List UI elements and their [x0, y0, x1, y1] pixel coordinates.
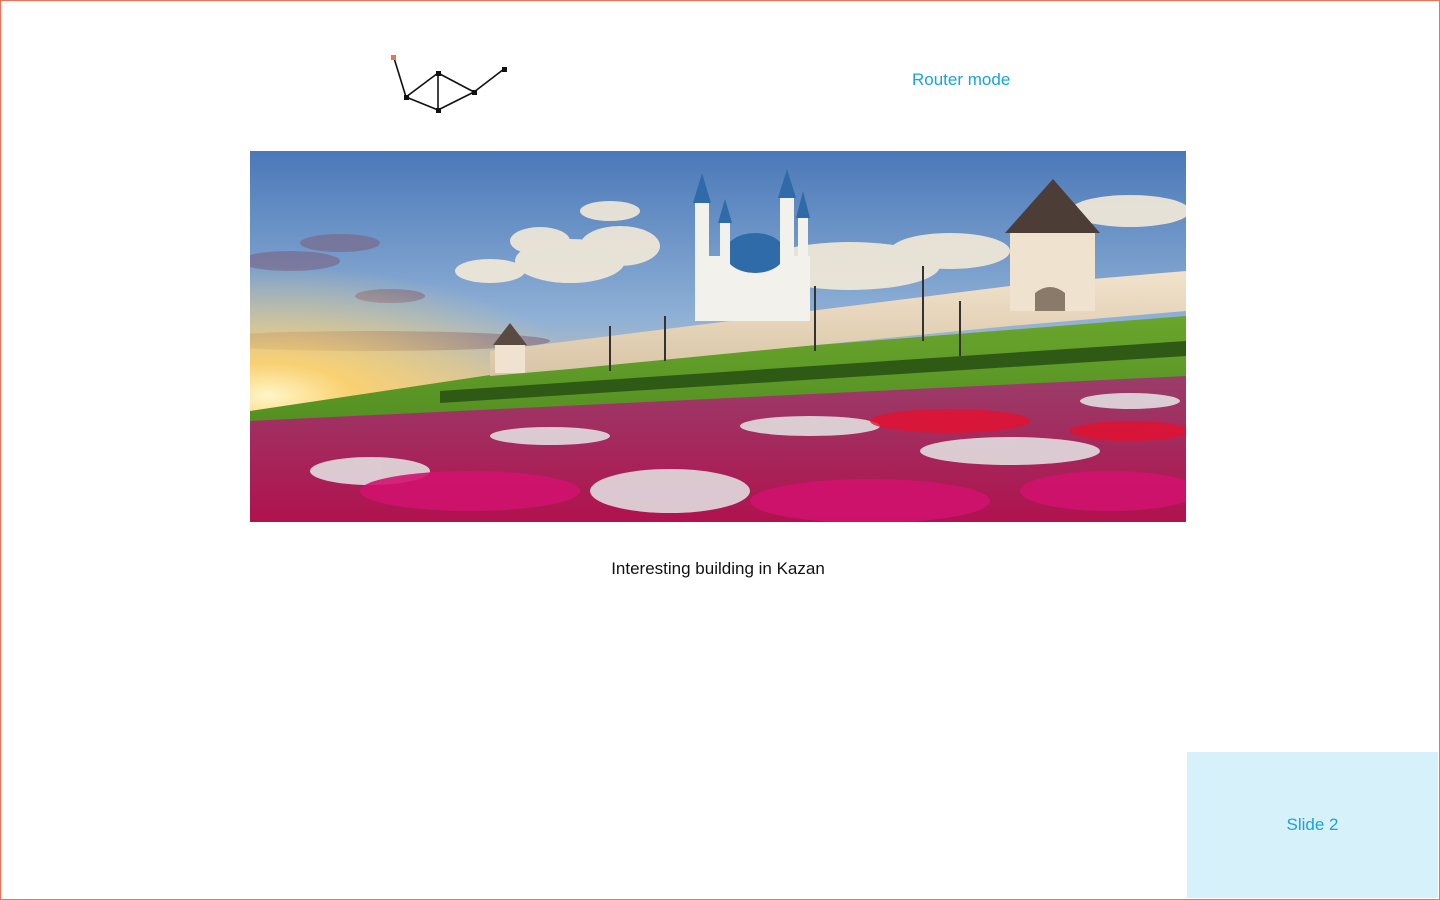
- graph-node[interactable]: [436, 108, 441, 113]
- graph-node[interactable]: [472, 90, 477, 95]
- image-caption: Interesting building in Kazan: [611, 559, 825, 578]
- kazan-photo: [250, 151, 1186, 522]
- slide-label: Slide 2: [1286, 815, 1339, 834]
- graph-node[interactable]: [436, 71, 441, 76]
- network-graph-icon[interactable]: [385, 50, 515, 120]
- graph-node[interactable]: [502, 67, 507, 72]
- slide-indicator[interactable]: Slide 2: [1187, 752, 1438, 898]
- graph-node-selected[interactable]: [391, 55, 396, 60]
- graph-node[interactable]: [404, 95, 409, 100]
- router-mode-link[interactable]: Router mode: [912, 70, 1010, 90]
